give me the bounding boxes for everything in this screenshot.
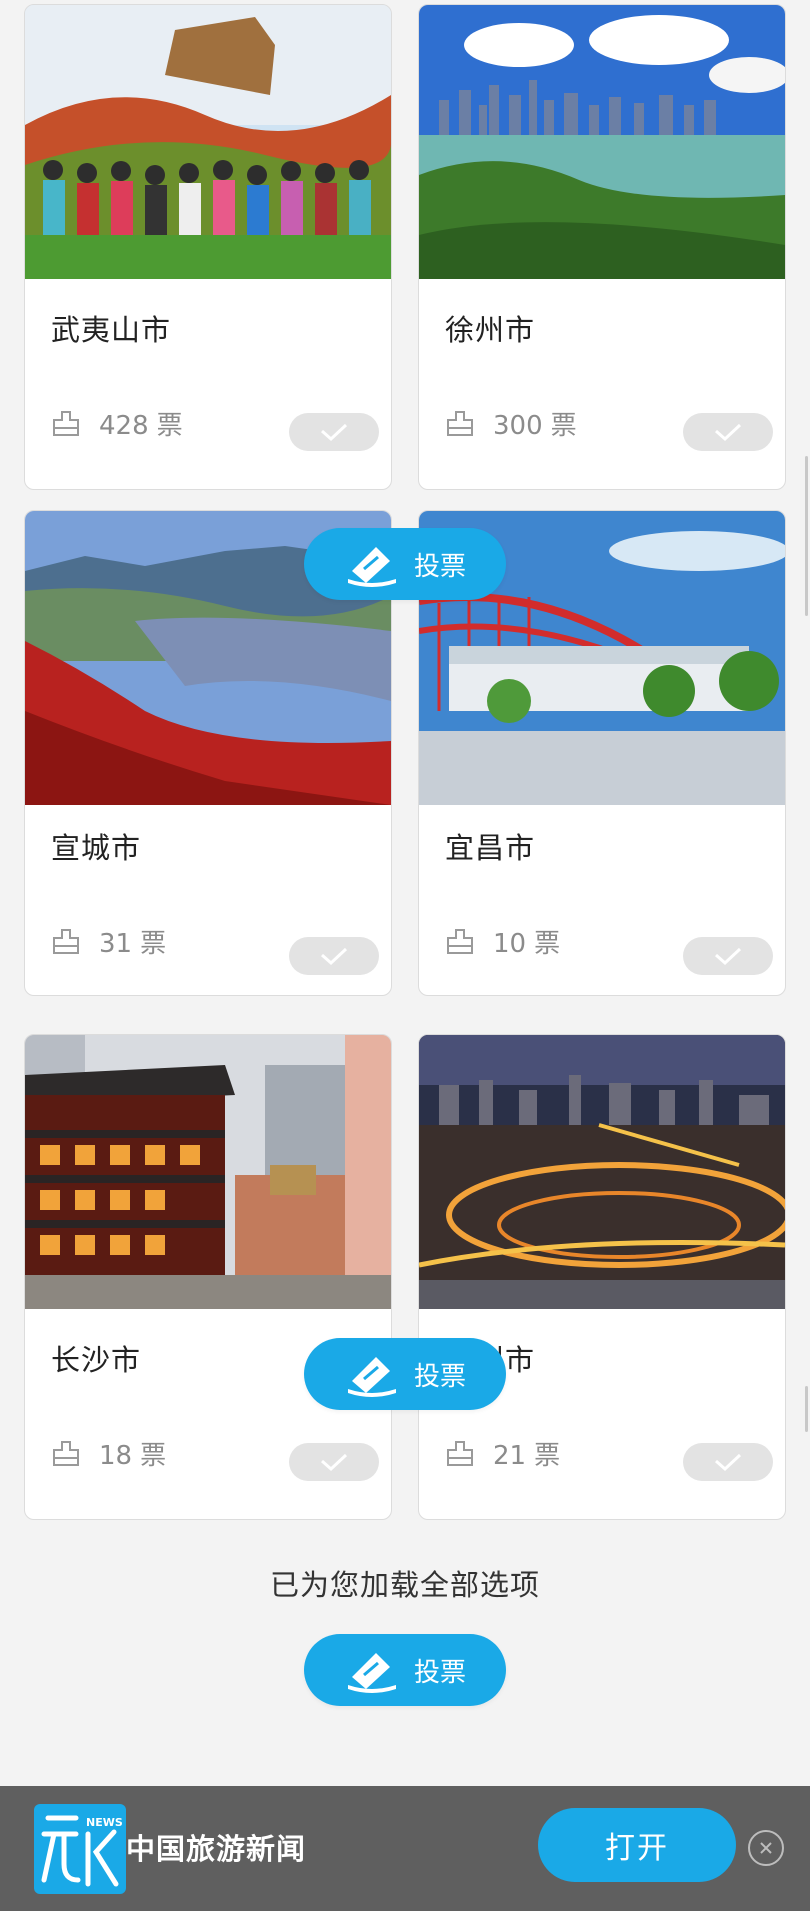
app-download-banner: NEWS 中国旅游新闻 打开 bbox=[0, 1786, 810, 1911]
ballot-box-icon bbox=[51, 926, 81, 956]
city-name: 武夷山市 bbox=[51, 313, 172, 347]
select-toggle[interactable] bbox=[683, 1443, 773, 1481]
vote-count: 18 票 bbox=[99, 1440, 167, 1471]
city-card-xuzhou[interactable]: 徐州市 300 票 bbox=[418, 4, 786, 490]
vote-count-row: 18 票 bbox=[51, 1435, 166, 1471]
select-toggle[interactable] bbox=[289, 937, 379, 975]
select-toggle[interactable] bbox=[683, 413, 773, 451]
vote-count-row: 10 票 bbox=[445, 923, 560, 959]
vote-button[interactable]: 投票 bbox=[304, 528, 506, 600]
city-name: 长沙市 bbox=[51, 1343, 142, 1377]
city-card-changsha[interactable]: 长沙市 18 票 bbox=[24, 1034, 392, 1520]
vote-count: 21 票 bbox=[493, 1440, 561, 1471]
vote-count-row: 428 票 bbox=[51, 405, 183, 441]
checkmark-icon bbox=[715, 947, 742, 966]
city-name: 徐州市 bbox=[445, 313, 536, 347]
select-toggle[interactable] bbox=[289, 1443, 379, 1481]
checkmark-icon bbox=[715, 1453, 742, 1472]
checkmark-icon bbox=[715, 423, 742, 442]
vote-button-label: 投票 bbox=[413, 1657, 466, 1688]
vote-button-label: 投票 bbox=[413, 551, 466, 582]
open-app-button[interactable]: 打开 bbox=[538, 1808, 736, 1882]
vote-count-row: 31 票 bbox=[51, 923, 166, 959]
ballot-box-icon bbox=[445, 926, 475, 956]
close-banner-button[interactable] bbox=[748, 1830, 784, 1866]
vote-count: 31 票 bbox=[99, 928, 167, 959]
vote-button[interactable]: 投票 bbox=[304, 1338, 506, 1410]
vote-count: 300 票 bbox=[493, 410, 577, 441]
vote-button-label: 投票 bbox=[413, 1361, 466, 1392]
ballot-box-icon bbox=[445, 408, 475, 438]
vote-count: 428 票 bbox=[99, 410, 183, 441]
logo-news-text: NEWS bbox=[86, 1816, 123, 1829]
select-toggle[interactable] bbox=[289, 413, 379, 451]
checkmark-icon bbox=[321, 947, 348, 966]
city-name: 宣城市 bbox=[51, 831, 142, 865]
close-icon bbox=[760, 1842, 772, 1854]
ticket-icon bbox=[347, 1653, 396, 1693]
vote-count: 10 票 bbox=[493, 928, 561, 959]
scrollbar[interactable] bbox=[805, 1386, 808, 1432]
ticket-icon bbox=[347, 547, 396, 587]
select-toggle[interactable] bbox=[683, 937, 773, 975]
city-photo[interactable] bbox=[419, 1035, 785, 1309]
ticket-icon bbox=[347, 1357, 396, 1397]
city-photo[interactable] bbox=[419, 5, 785, 279]
loaded-all-text: 已为您加载全部选项 bbox=[269, 1568, 540, 1602]
checkmark-icon bbox=[321, 423, 348, 442]
app-logo: NEWS bbox=[34, 1804, 126, 1894]
city-photo[interactable] bbox=[25, 1035, 391, 1309]
vote-count-row: 21 票 bbox=[445, 1435, 560, 1471]
city-name: 宜昌市 bbox=[445, 831, 536, 865]
vote-count-row: 300 票 bbox=[445, 405, 577, 441]
app-name: 中国旅游新闻 bbox=[126, 1832, 307, 1866]
city-card-wuyishan[interactable]: 武夷山市 428 票 bbox=[24, 4, 392, 490]
ballot-box-icon bbox=[51, 408, 81, 438]
city-card-zhengzhou[interactable]: 郑州市 21票 bbox=[418, 1034, 786, 1520]
city-photo[interactable] bbox=[25, 5, 391, 279]
vote-button[interactable]: 投票 bbox=[304, 1634, 506, 1706]
scrollbar[interactable] bbox=[805, 456, 808, 616]
ballot-box-icon bbox=[445, 1438, 475, 1468]
checkmark-icon bbox=[321, 1453, 348, 1472]
ballot-box-icon bbox=[51, 1438, 81, 1468]
